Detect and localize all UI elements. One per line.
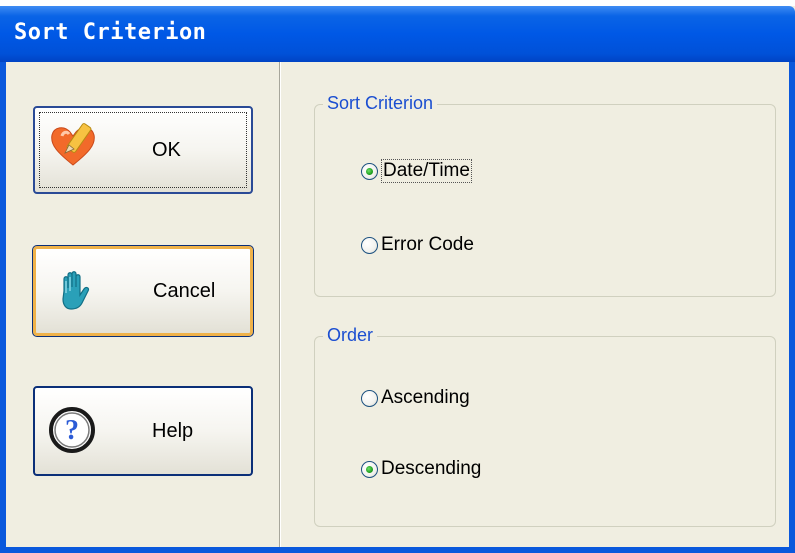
order-group: Order (314, 325, 776, 527)
dialog-window: Sort Criterion OK Cancel ? Help Sort Cri… (0, 0, 795, 553)
title-bar[interactable]: Sort Criterion (0, 6, 795, 62)
radio-selected-dot (366, 167, 373, 175)
panel-divider (279, 62, 281, 547)
ascending-label: Ascending (381, 387, 470, 408)
date-time-radio[interactable]: Date/Time (361, 159, 472, 183)
radio-selected-dot (366, 465, 373, 473)
date-time-label: Date/Time (381, 159, 472, 183)
radio-circle (361, 389, 378, 407)
descending-radio[interactable]: Descending (361, 458, 481, 480)
window-frame-bottom (0, 547, 795, 553)
ascending-radio[interactable]: Ascending (361, 387, 470, 409)
error-code-radio[interactable]: Error Code (361, 234, 474, 256)
error-code-label: Error Code (381, 234, 474, 255)
radio-circle (361, 162, 378, 180)
order-group-title: Order (323, 325, 378, 346)
cancel-button[interactable]: Cancel (32, 245, 254, 337)
ok-button-label: OK (152, 138, 181, 161)
radio-circle (361, 460, 378, 478)
cancel-button-label: Cancel (153, 279, 216, 302)
window-frame-left (0, 62, 6, 553)
descending-label: Descending (381, 458, 482, 479)
help-button[interactable]: ? Help (33, 386, 253, 476)
window-title: Sort Criterion (14, 20, 207, 45)
sort-criterion-group: Sort Criterion (314, 93, 776, 297)
radio-circle (361, 236, 378, 254)
help-button-label: Help (152, 419, 194, 442)
sort-criterion-group-title: Sort Criterion (323, 93, 438, 114)
window-frame-right (789, 62, 795, 553)
ok-button[interactable]: OK (33, 106, 253, 194)
